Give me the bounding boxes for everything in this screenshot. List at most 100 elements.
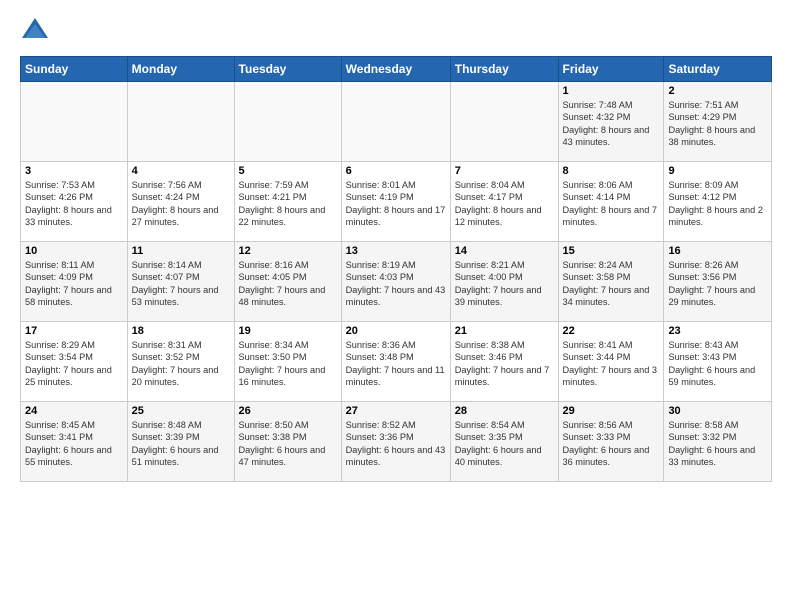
- calendar-cell: 13Sunrise: 8:19 AM Sunset: 4:03 PM Dayli…: [341, 242, 450, 322]
- calendar-header-wednesday: Wednesday: [341, 57, 450, 82]
- calendar-cell: [234, 82, 341, 162]
- calendar-header-thursday: Thursday: [450, 57, 558, 82]
- day-number: 11: [132, 245, 230, 257]
- day-number: 21: [455, 325, 554, 337]
- day-info: Sunrise: 7:48 AM Sunset: 4:32 PM Dayligh…: [563, 99, 660, 149]
- calendar-cell: 27 Sunrise: 8:52 AM Sunset: 3:36 PM Dayli…: [341, 402, 450, 482]
- calendar-cell: 5Sunrise: 7:59 AM Sunset: 4:21 PM Daylig…: [234, 162, 341, 242]
- day-info: Sunrise: 8:01 AM Sunset: 4:19 PM Dayligh…: [346, 179, 446, 229]
- day-number: 12: [239, 245, 337, 257]
- day-number: 1: [563, 85, 660, 97]
- calendar-cell: 15Sunrise: 8:24 AM Sunset: 3:58 PM Dayli…: [558, 242, 664, 322]
- day-number: 22: [563, 325, 660, 337]
- calendar-cell: 3 Sunrise: 7:53 AM Sunset: 4:26 PM Daylig…: [21, 162, 128, 242]
- day-number: 16: [668, 245, 767, 257]
- day-number: 13: [346, 245, 446, 257]
- calendar-header-sunday: Sunday: [21, 57, 128, 82]
- calendar-header-monday: Monday: [127, 57, 234, 82]
- day-number: 10: [25, 245, 123, 257]
- day-number: 2: [668, 85, 767, 97]
- calendar-cell: 29 Sunrise: 8:56 AM Sunset: 3:33 PM Dayli…: [558, 402, 664, 482]
- calendar-cell: 11 Sunrise: 8:14 AM Sunset: 4:07 PM Dayli…: [127, 242, 234, 322]
- day-info: Sunrise: 8:52 AM Sunset: 3:36 PM Dayligh…: [346, 419, 446, 469]
- page-header: [20, 16, 772, 46]
- day-info: Sunrise: 8:41 AM Sunset: 3:44 PM Dayligh…: [563, 339, 660, 389]
- calendar-cell: 23Sunrise: 8:43 AM Sunset: 3:43 PM Dayli…: [664, 322, 772, 402]
- calendar-header-tuesday: Tuesday: [234, 57, 341, 82]
- day-info: Sunrise: 8:04 AM Sunset: 4:17 PM Dayligh…: [455, 179, 554, 229]
- calendar-week-1: 1 Sunrise: 7:48 AM Sunset: 4:32 PM Daylig…: [21, 82, 772, 162]
- day-info: Sunrise: 8:06 AM Sunset: 4:14 PM Dayligh…: [563, 179, 660, 229]
- calendar-cell: 4Sunrise: 7:56 AM Sunset: 4:24 PM Daylig…: [127, 162, 234, 242]
- day-info: Sunrise: 8:56 AM Sunset: 3:33 PM Dayligh…: [563, 419, 660, 469]
- calendar-cell: 28 Sunrise: 8:54 AM Sunset: 3:35 PM Dayli…: [450, 402, 558, 482]
- day-info: Sunrise: 8:43 AM Sunset: 3:43 PM Dayligh…: [668, 339, 767, 389]
- calendar-cell: 30 Sunrise: 8:58 AM Sunset: 3:32 PM Dayli…: [664, 402, 772, 482]
- calendar-cell: 6 Sunrise: 8:01 AM Sunset: 4:19 PM Daylig…: [341, 162, 450, 242]
- day-number: 3: [25, 165, 123, 177]
- day-info: Sunrise: 8:36 AM Sunset: 3:48 PM Dayligh…: [346, 339, 446, 389]
- day-number: 18: [132, 325, 230, 337]
- day-number: 25: [132, 405, 230, 417]
- calendar-cell: 8Sunrise: 8:06 AM Sunset: 4:14 PM Daylig…: [558, 162, 664, 242]
- day-number: 29: [563, 405, 660, 417]
- calendar-cell: 22 Sunrise: 8:41 AM Sunset: 3:44 PM Dayli…: [558, 322, 664, 402]
- calendar-week-5: 24 Sunrise: 8:45 AM Sunset: 3:41 PM Dayli…: [21, 402, 772, 482]
- calendar-cell: [450, 82, 558, 162]
- day-number: 27: [346, 405, 446, 417]
- day-info: Sunrise: 8:48 AM Sunset: 3:39 PM Dayligh…: [132, 419, 230, 469]
- day-info: Sunrise: 8:14 AM Sunset: 4:07 PM Dayligh…: [132, 259, 230, 309]
- calendar-cell: [341, 82, 450, 162]
- day-info: Sunrise: 8:21 AM Sunset: 4:00 PM Dayligh…: [455, 259, 554, 309]
- day-info: Sunrise: 8:31 AM Sunset: 3:52 PM Dayligh…: [132, 339, 230, 389]
- day-info: Sunrise: 8:26 AM Sunset: 3:56 PM Dayligh…: [668, 259, 767, 309]
- day-number: 24: [25, 405, 123, 417]
- day-number: 9: [668, 165, 767, 177]
- calendar: SundayMondayTuesdayWednesdayThursdayFrid…: [20, 56, 772, 482]
- day-info: Sunrise: 8:50 AM Sunset: 3:38 PM Dayligh…: [239, 419, 337, 469]
- day-number: 26: [239, 405, 337, 417]
- day-number: 30: [668, 405, 767, 417]
- calendar-cell: 12 Sunrise: 8:16 AM Sunset: 4:05 PM Dayli…: [234, 242, 341, 322]
- day-number: 28: [455, 405, 554, 417]
- calendar-cell: 17 Sunrise: 8:29 AM Sunset: 3:54 PM Dayli…: [21, 322, 128, 402]
- calendar-cell: 2 Sunrise: 7:51 AM Sunset: 4:29 PM Daylig…: [664, 82, 772, 162]
- day-number: 6: [346, 165, 446, 177]
- calendar-cell: 25 Sunrise: 8:48 AM Sunset: 3:39 PM Dayli…: [127, 402, 234, 482]
- day-info: Sunrise: 7:53 AM Sunset: 4:26 PM Dayligh…: [25, 179, 123, 229]
- calendar-cell: 9 Sunrise: 8:09 AM Sunset: 4:12 PM Daylig…: [664, 162, 772, 242]
- day-info: Sunrise: 8:16 AM Sunset: 4:05 PM Dayligh…: [239, 259, 337, 309]
- day-info: Sunrise: 8:29 AM Sunset: 3:54 PM Dayligh…: [25, 339, 123, 389]
- day-info: Sunrise: 7:51 AM Sunset: 4:29 PM Dayligh…: [668, 99, 767, 149]
- day-info: Sunrise: 8:09 AM Sunset: 4:12 PM Dayligh…: [668, 179, 767, 229]
- calendar-cell: 10 Sunrise: 8:11 AM Sunset: 4:09 PM Dayli…: [21, 242, 128, 322]
- day-number: 20: [346, 325, 446, 337]
- calendar-cell: 19 Sunrise: 8:34 AM Sunset: 3:50 PM Dayli…: [234, 322, 341, 402]
- calendar-cell: 14Sunrise: 8:21 AM Sunset: 4:00 PM Dayli…: [450, 242, 558, 322]
- calendar-header-friday: Friday: [558, 57, 664, 82]
- calendar-cell: 7 Sunrise: 8:04 AM Sunset: 4:17 PM Daylig…: [450, 162, 558, 242]
- day-info: Sunrise: 8:11 AM Sunset: 4:09 PM Dayligh…: [25, 259, 123, 309]
- calendar-week-3: 10 Sunrise: 8:11 AM Sunset: 4:09 PM Dayli…: [21, 242, 772, 322]
- day-number: 4: [132, 165, 230, 177]
- day-number: 15: [563, 245, 660, 257]
- day-info: Sunrise: 7:59 AM Sunset: 4:21 PM Dayligh…: [239, 179, 337, 229]
- calendar-cell: 21 Sunrise: 8:38 AM Sunset: 3:46 PM Dayli…: [450, 322, 558, 402]
- day-number: 17: [25, 325, 123, 337]
- calendar-header-row: SundayMondayTuesdayWednesdayThursdayFrid…: [21, 57, 772, 82]
- day-info: Sunrise: 8:58 AM Sunset: 3:32 PM Dayligh…: [668, 419, 767, 469]
- calendar-header-saturday: Saturday: [664, 57, 772, 82]
- calendar-cell: [127, 82, 234, 162]
- calendar-week-4: 17 Sunrise: 8:29 AM Sunset: 3:54 PM Dayli…: [21, 322, 772, 402]
- day-info: Sunrise: 8:38 AM Sunset: 3:46 PM Dayligh…: [455, 339, 554, 389]
- day-number: 19: [239, 325, 337, 337]
- day-number: 7: [455, 165, 554, 177]
- day-info: Sunrise: 8:45 AM Sunset: 3:41 PM Dayligh…: [25, 419, 123, 469]
- day-info: Sunrise: 8:34 AM Sunset: 3:50 PM Dayligh…: [239, 339, 337, 389]
- calendar-cell: 16 Sunrise: 8:26 AM Sunset: 3:56 PM Dayli…: [664, 242, 772, 322]
- calendar-cell: [21, 82, 128, 162]
- calendar-cell: 1 Sunrise: 7:48 AM Sunset: 4:32 PM Daylig…: [558, 82, 664, 162]
- day-info: Sunrise: 8:54 AM Sunset: 3:35 PM Dayligh…: [455, 419, 554, 469]
- logo-icon: [20, 16, 50, 46]
- calendar-cell: 24 Sunrise: 8:45 AM Sunset: 3:41 PM Dayli…: [21, 402, 128, 482]
